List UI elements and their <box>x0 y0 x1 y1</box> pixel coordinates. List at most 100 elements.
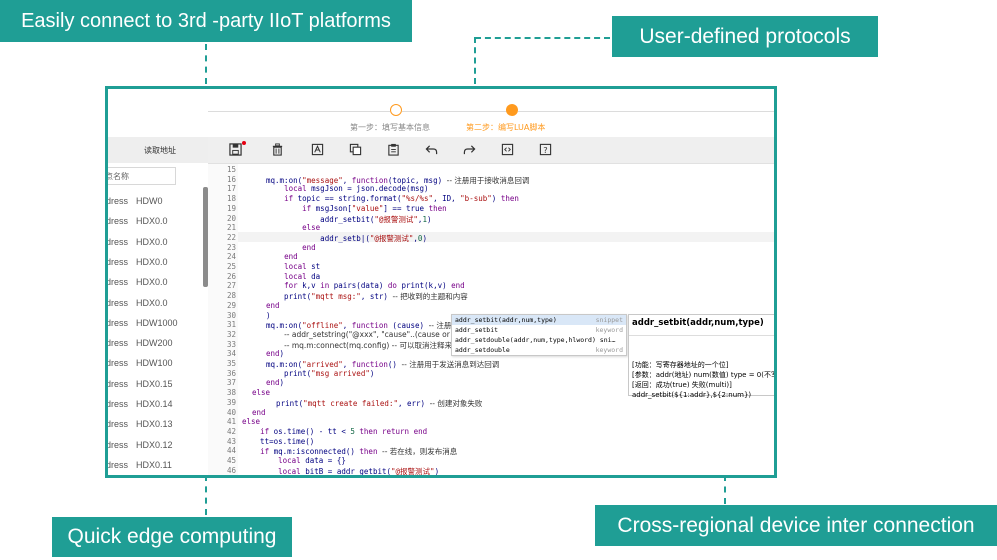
code-line[interactable]: tt=os.time() <box>242 437 314 446</box>
code-line[interactable]: local data = {} <box>242 456 346 465</box>
autocomplete-item-label: addr_setdouble(addr,num,type,hlword) sni… <box>455 336 616 344</box>
address-row-prefix: ldress <box>105 297 129 308</box>
connector-top-right-v <box>474 37 476 84</box>
code-line[interactable]: end <box>266 301 280 310</box>
autocomplete-item-label: addr_setdouble <box>455 346 510 354</box>
address-row[interactable]: ldress HDX0.0 <box>108 211 204 231</box>
autocomplete-item[interactable]: addr_setdouble(addr,num,type,hlword) sni… <box>452 335 626 345</box>
step-indicator: 第一步：填写基本信息 第二步：编写LUA脚本 <box>108 89 774 137</box>
connector-top-right-h <box>475 37 610 39</box>
line-number: 23 <box>226 242 236 252</box>
address-row-value: HDX0.0 <box>136 256 168 267</box>
code-line[interactable]: for k,v in pairs(data) do print(k,v) end <box>266 281 465 290</box>
autocomplete-list[interactable]: addr_setbit(addr,num,type) snippet addr_se… <box>451 314 627 356</box>
autocomplete-detail-body: [功能：写寄存器地址的一个位] [参数：addr(地址) num(数值) type… <box>629 336 774 400</box>
step-2-dot[interactable] <box>506 104 518 116</box>
code-editor[interactable]: 15 16 17 18 19 20 21 22 23 24 25 26 27 28 29 30 31 32 33 34… <box>208 164 774 475</box>
callout-iiot-platforms: Easily connect to 3rd -party IIoT platfo… <box>0 0 412 42</box>
code-line[interactable]: if topic == string.format("%s/%s", ID, "… <box>266 194 519 203</box>
autocomplete-item-hint: keyword <box>595 346 623 354</box>
code-line[interactable]: if msgJson["value"] == true then <box>266 204 447 213</box>
callout-edge-computing: Quick edge computing <box>52 517 292 557</box>
delete-icon[interactable] <box>270 142 284 156</box>
address-row[interactable]: ldress HDW200 <box>108 333 204 353</box>
callout-cross-regional: Cross-regional device inter connection <box>595 505 997 546</box>
step-1-label[interactable]: 第一步：填写基本信息 <box>350 122 430 133</box>
line-number: 22 <box>226 232 236 242</box>
save-icon[interactable] <box>228 142 242 156</box>
code-line[interactable]: else <box>252 388 270 397</box>
address-row-prefix: ldress <box>105 317 129 328</box>
code-line[interactable]: print("msg arrived") <box>266 369 374 378</box>
code-line[interactable]: print("mqtt msg:", str) -- 把收到的主题和内容 <box>266 291 468 302</box>
step-line-middle <box>402 111 508 112</box>
code-line[interactable]: -- mq.m:connect(mq.config) -- 可以取消注释来重连 <box>266 340 467 351</box>
line-number: 35 <box>226 359 236 368</box>
address-row[interactable]: ldress HDW1000 <box>108 313 204 333</box>
address-row[interactable]: ldress HDX0.13 <box>108 414 204 434</box>
redo-icon[interactable] <box>462 142 476 156</box>
code-line[interactable]: ) <box>266 311 271 320</box>
address-row[interactable]: ldress HDX0.12 <box>108 435 204 455</box>
code-icon[interactable] <box>500 142 514 156</box>
line-number: 36 <box>226 368 236 378</box>
line-number: 34 <box>226 349 236 359</box>
code-line[interactable]: else <box>266 223 320 232</box>
code-line[interactable]: if os.time() - tt < 5 then return end <box>242 427 427 436</box>
address-row[interactable]: ldress HDX0.14 <box>108 394 204 414</box>
line-number: 44 <box>226 446 236 456</box>
autocomplete-detail-title: addr_setbit(addr,num,type) <box>629 315 774 336</box>
line-number: 32 <box>226 329 236 339</box>
line-number: 40 <box>226 407 236 417</box>
address-row[interactable]: ldress HDX0.0 <box>108 293 204 313</box>
code-line[interactable]: print("mqtt create failed:", err) -- 创建对… <box>258 398 482 409</box>
address-row-value: HDX0.0 <box>136 236 168 247</box>
line-number: 42 <box>226 426 236 436</box>
step-1-dot[interactable] <box>390 104 402 116</box>
line-number: 45 <box>226 456 236 465</box>
address-row-value: HDX0.13 <box>136 419 173 430</box>
line-number: 29 <box>226 300 236 310</box>
code-line[interactable]: local st <box>266 262 320 271</box>
address-row-value: HDW0 <box>136 196 163 206</box>
address-row[interactable]: ldress HDX0.15 <box>108 374 204 394</box>
address-row-value: HDW1000 <box>136 317 178 328</box>
code-line[interactable]: local da <box>266 272 320 281</box>
address-row[interactable]: ldress HDW100 <box>108 353 204 373</box>
address-row[interactable]: ldress HDW0 <box>108 191 204 211</box>
autocomplete-item-label: addr_setbit(addr,num,type) <box>455 316 557 324</box>
address-row[interactable]: ldress HDX0.0 <box>108 232 204 252</box>
code-line[interactable]: local msgJson = json.decode(msg) <box>266 184 429 193</box>
address-row[interactable]: ldress HDX0.0 <box>108 272 204 292</box>
step-2-label[interactable]: 第二步：编写LUA脚本 <box>466 122 545 133</box>
code-line[interactable]: end <box>266 243 316 252</box>
address-row-value: HDX0.0 <box>136 277 168 288</box>
autocomplete-item[interactable]: addr_setbit(addr,num,type) snippet <box>452 315 626 325</box>
paste-icon[interactable] <box>386 142 400 156</box>
code-line[interactable]: end) <box>266 378 284 387</box>
code-line[interactable]: end) <box>266 349 284 358</box>
copy-icon[interactable] <box>348 142 362 156</box>
code-line[interactable]: end <box>252 408 266 417</box>
line-number: 24 <box>226 252 236 262</box>
point-name-search-input[interactable]: 点名称 <box>108 167 176 185</box>
connector-bottom-right <box>724 475 726 504</box>
line-number: 18 <box>226 194 236 204</box>
autocomplete-item[interactable]: addr_setdouble keyword <box>452 345 626 355</box>
address-row-prefix: ldress <box>105 338 129 349</box>
line-number-gutter: 15 16 17 18 19 20 21 22 23 24 25 26 27 28 29 30 31 32 33 34… <box>208 164 238 475</box>
autocomplete-detail: addr_setbit(addr,num,type) [功能：写寄存器地址的一个… <box>628 314 774 399</box>
address-row[interactable]: ldress HDX0.0 <box>108 252 204 272</box>
step-line-right <box>518 111 774 112</box>
code-line[interactable]: else <box>242 417 260 426</box>
undo-icon[interactable] <box>424 142 438 156</box>
help-icon[interactable]: ? <box>538 142 552 156</box>
format-icon[interactable] <box>310 142 324 156</box>
code-line[interactable]: end <box>266 252 298 261</box>
autocomplete-item-hint: snippet <box>595 316 623 324</box>
address-row[interactable]: ldress HDX0.11 <box>108 455 204 475</box>
code-line[interactable]: local bitB = addr_getbit("@报警测试") <box>242 466 439 475</box>
line-number: 31 <box>226 320 236 330</box>
autocomplete-item[interactable]: addr_setbit keyword <box>452 325 626 335</box>
line-number: 46 <box>226 465 236 475</box>
